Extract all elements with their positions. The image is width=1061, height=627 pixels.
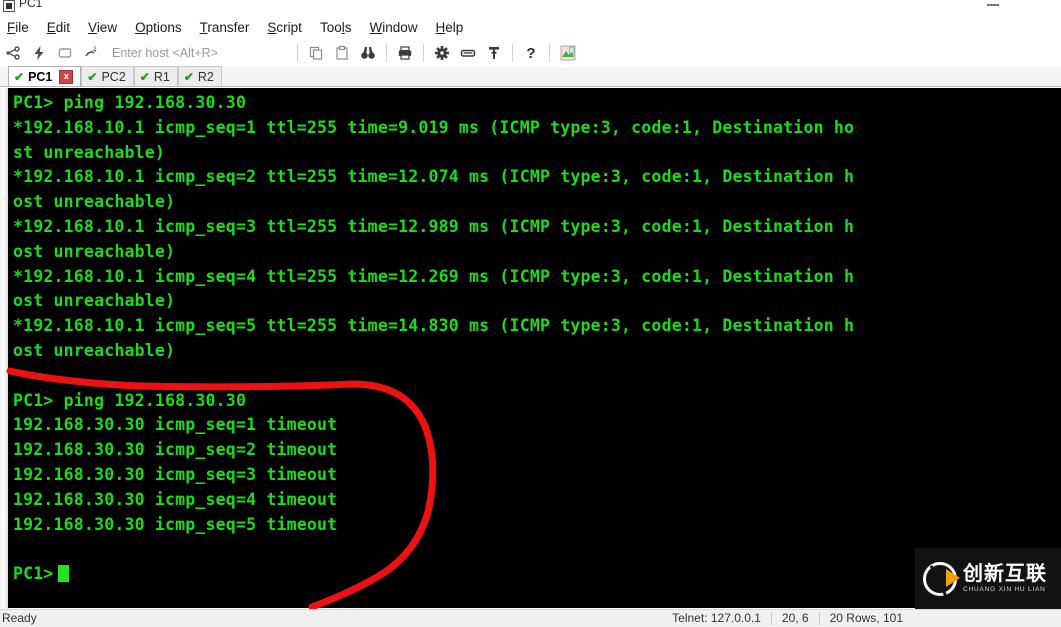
tab-pc2[interactable]: ✔ PC2: [81, 66, 134, 86]
application-window: PC1 File Edit View Options Transfer Scri…: [0, 0, 1061, 626]
keyboard-icon[interactable]: [456, 41, 480, 65]
tab-label: PC2: [101, 69, 126, 84]
terminal-line: ost unreachable): [13, 340, 176, 360]
cx-logo-icon: [923, 561, 960, 596]
terminal-cursor: [57, 565, 69, 583]
host-input[interactable]: Enter host <Alt+R>: [112, 46, 292, 60]
print-icon[interactable]: [393, 41, 417, 65]
minimize-icon[interactable]: [987, 4, 999, 6]
tab-r2[interactable]: ✔ R2: [177, 66, 222, 86]
toolbar-divider: [423, 44, 424, 62]
terminal-line: *192.168.10.1 icmp_seq=3 ttl=255 time=12…: [13, 216, 855, 236]
svg-text:?: ?: [526, 45, 535, 61]
toolbar-divider: [512, 44, 513, 62]
tab-label: R1: [153, 69, 170, 84]
terminal-line: 192.168.30.30 icmp_seq=2 timeout: [13, 440, 338, 460]
terminal-window-icon: [3, 0, 15, 12]
log-session-icon[interactable]: [556, 41, 580, 65]
terminal-line: 192.168.30.30 icmp_seq=5 timeout: [13, 514, 338, 534]
status-dimensions: 20 Rows, 101: [829, 611, 903, 625]
connected-check-icon: ✔: [14, 69, 25, 84]
connect-icon[interactable]: [1, 41, 25, 65]
status-bar: Ready Telnet: 127.0.0.1 20, 6 20 Rows, 1…: [0, 609, 1061, 626]
menu-item-view[interactable]: View: [79, 16, 126, 39]
watermark-pinyin: CHUANG XIN HU LIAN: [963, 586, 1046, 594]
terminal-line: 192.168.30.30 icmp_seq=3 timeout: [13, 464, 338, 484]
terminal-line: ost unreachable): [13, 241, 176, 261]
tab-pc1[interactable]: ✔ PC1 x: [8, 66, 82, 86]
connected-check-icon: ✔: [87, 69, 98, 84]
find-icon[interactable]: [356, 41, 380, 65]
terminal-output[interactable]: PC1> ping 192.168.30.30 *192.168.10.1 icm…: [8, 88, 1061, 608]
title-bar: PC1: [0, 0, 1061, 16]
tab-label: R2: [197, 69, 214, 84]
terminal-line: *192.168.10.1 icmp_seq=1 ttl=255 time=9.…: [13, 117, 855, 137]
terminal-line: *192.168.10.1 icmp_seq=2 ttl=255 time=12…: [13, 167, 855, 187]
session-tab-bar: ✔ PC1 x ✔ PC2 ✔ R1 ✔ R2: [0, 66, 1061, 87]
status-connection: Telnet: 127.0.0.1: [672, 611, 761, 625]
key-icon[interactable]: [482, 41, 506, 65]
terminal-line: PC1> ping 192.168.30.30: [13, 93, 247, 112]
watermark-chinese: 创新互联: [963, 561, 1047, 586]
menu-item-tools[interactable]: Tools: [311, 16, 361, 39]
menu-bar: File Edit View Options Transfer Script T…: [0, 16, 1061, 39]
terminal-line: *192.168.10.1 icmp_seq=5 ttl=255 time=14…: [13, 316, 855, 336]
terminal-line: ost unreachable): [13, 192, 176, 212]
window-controls[interactable]: [957, 0, 1057, 16]
terminal-line: 192.168.30.30 icmp_seq=4 timeout: [13, 489, 338, 509]
svg-text:2: 2: [93, 47, 97, 53]
reconnect-icon[interactable]: [53, 41, 77, 65]
quick-connect-icon[interactable]: [27, 41, 51, 65]
menu-item-help[interactable]: Help: [427, 16, 473, 39]
paste-icon[interactable]: [330, 41, 354, 65]
terminal-line: *192.168.10.1 icmp_seq=4 ttl=255 time=12…: [13, 266, 855, 286]
terminal-left-bevel: [0, 88, 8, 609]
connected-check-icon: ✔: [183, 69, 194, 84]
tab-r1[interactable]: ✔ R1: [133, 66, 178, 86]
disconnect-icon[interactable]: 2: [79, 41, 103, 65]
settings-gear-icon[interactable]: [430, 41, 454, 65]
tab-close-icon[interactable]: x: [59, 69, 74, 84]
menu-item-options[interactable]: Options: [126, 16, 191, 39]
terminal-line: PC1>: [13, 562, 1061, 587]
tab-label: PC1: [28, 69, 53, 84]
terminal-line: PC1> ping 192.168.30.30: [13, 390, 247, 410]
toolbar-divider: [297, 44, 298, 62]
terminal-line: ost unreachable): [13, 291, 176, 311]
copy-icon[interactable]: [304, 41, 328, 65]
toolbar-divider: [549, 44, 550, 62]
toolbar-divider: [386, 44, 387, 62]
window-title: PC1: [19, 0, 43, 10]
menu-item-edit[interactable]: Edit: [38, 16, 79, 39]
menu-item-transfer[interactable]: Transfer: [191, 16, 259, 39]
terminal-line: 192.168.30.30 icmp_seq=1 timeout: [13, 415, 338, 435]
help-icon[interactable]: ?: [519, 41, 543, 65]
status-ready: Ready: [2, 611, 37, 625]
menu-item-window[interactable]: Window: [360, 16, 426, 39]
terminal-panel: PC1> ping 192.168.30.30 *192.168.10.1 icm…: [0, 88, 1061, 609]
connected-check-icon: ✔: [139, 69, 150, 84]
toolbar: 2 Enter host <Alt+R> ?: [0, 39, 1061, 67]
menu-item-script[interactable]: Script: [258, 16, 311, 39]
status-cursor-position: 20, 6: [781, 611, 809, 625]
terminal-line: st unreachable): [13, 142, 166, 162]
watermark: 创新互联 CHUANG XIN HU LIAN: [915, 548, 1061, 609]
menu-item-file[interactable]: File: [0, 16, 38, 39]
